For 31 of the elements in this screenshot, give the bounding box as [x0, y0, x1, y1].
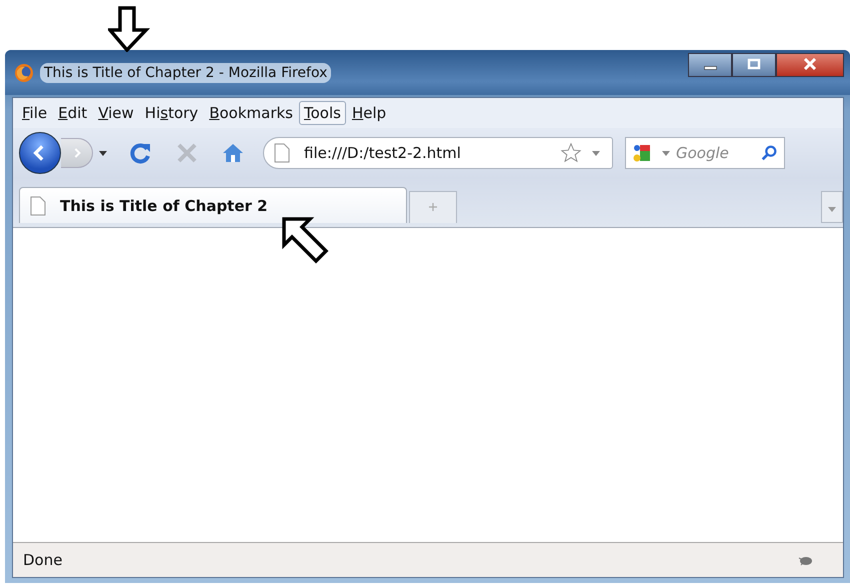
home-icon[interactable]	[221, 141, 245, 165]
minimize-button[interactable]	[688, 53, 732, 77]
status-text: Done	[23, 551, 62, 569]
menu-item[interactable]: Edit	[53, 101, 92, 125]
star-icon[interactable]	[560, 142, 582, 164]
menu-item[interactable]: History	[140, 101, 204, 125]
minimize-icon	[704, 66, 716, 70]
search-engine-icon[interactable]	[632, 143, 652, 163]
browser-tab[interactable]: This is Title of Chapter 2	[19, 187, 407, 223]
search-icon[interactable]	[760, 144, 778, 162]
search-field[interactable]: Google	[674, 144, 740, 162]
menu-item[interactable]: Bookmarks	[204, 101, 298, 125]
back-button[interactable]	[19, 132, 61, 174]
menu-item[interactable]: View	[93, 101, 139, 125]
menu-item[interactable]: Tools	[299, 101, 346, 125]
plus-icon	[428, 202, 438, 212]
reload-icon[interactable]	[129, 141, 153, 165]
page-icon	[30, 196, 46, 216]
dropdown-icon	[828, 206, 836, 212]
browser-logo-icon	[14, 62, 34, 82]
menu-item[interactable]: Help	[346, 101, 392, 125]
page-icon	[274, 143, 290, 163]
window-title: This is Title of Chapter 2 - Mozilla Firefox	[40, 62, 332, 82]
tab-list-button[interactable]	[821, 191, 843, 223]
maximize-button[interactable]	[732, 53, 776, 77]
close-button[interactable]	[776, 53, 844, 77]
menu-item[interactable]: File	[17, 101, 52, 125]
annotation-arrow-icon	[108, 6, 152, 52]
address-field[interactable]: file:///D:/test2-2.html	[263, 137, 613, 169]
annotation-arrow-icon	[280, 215, 330, 265]
dropdown-icon[interactable]	[99, 150, 107, 156]
